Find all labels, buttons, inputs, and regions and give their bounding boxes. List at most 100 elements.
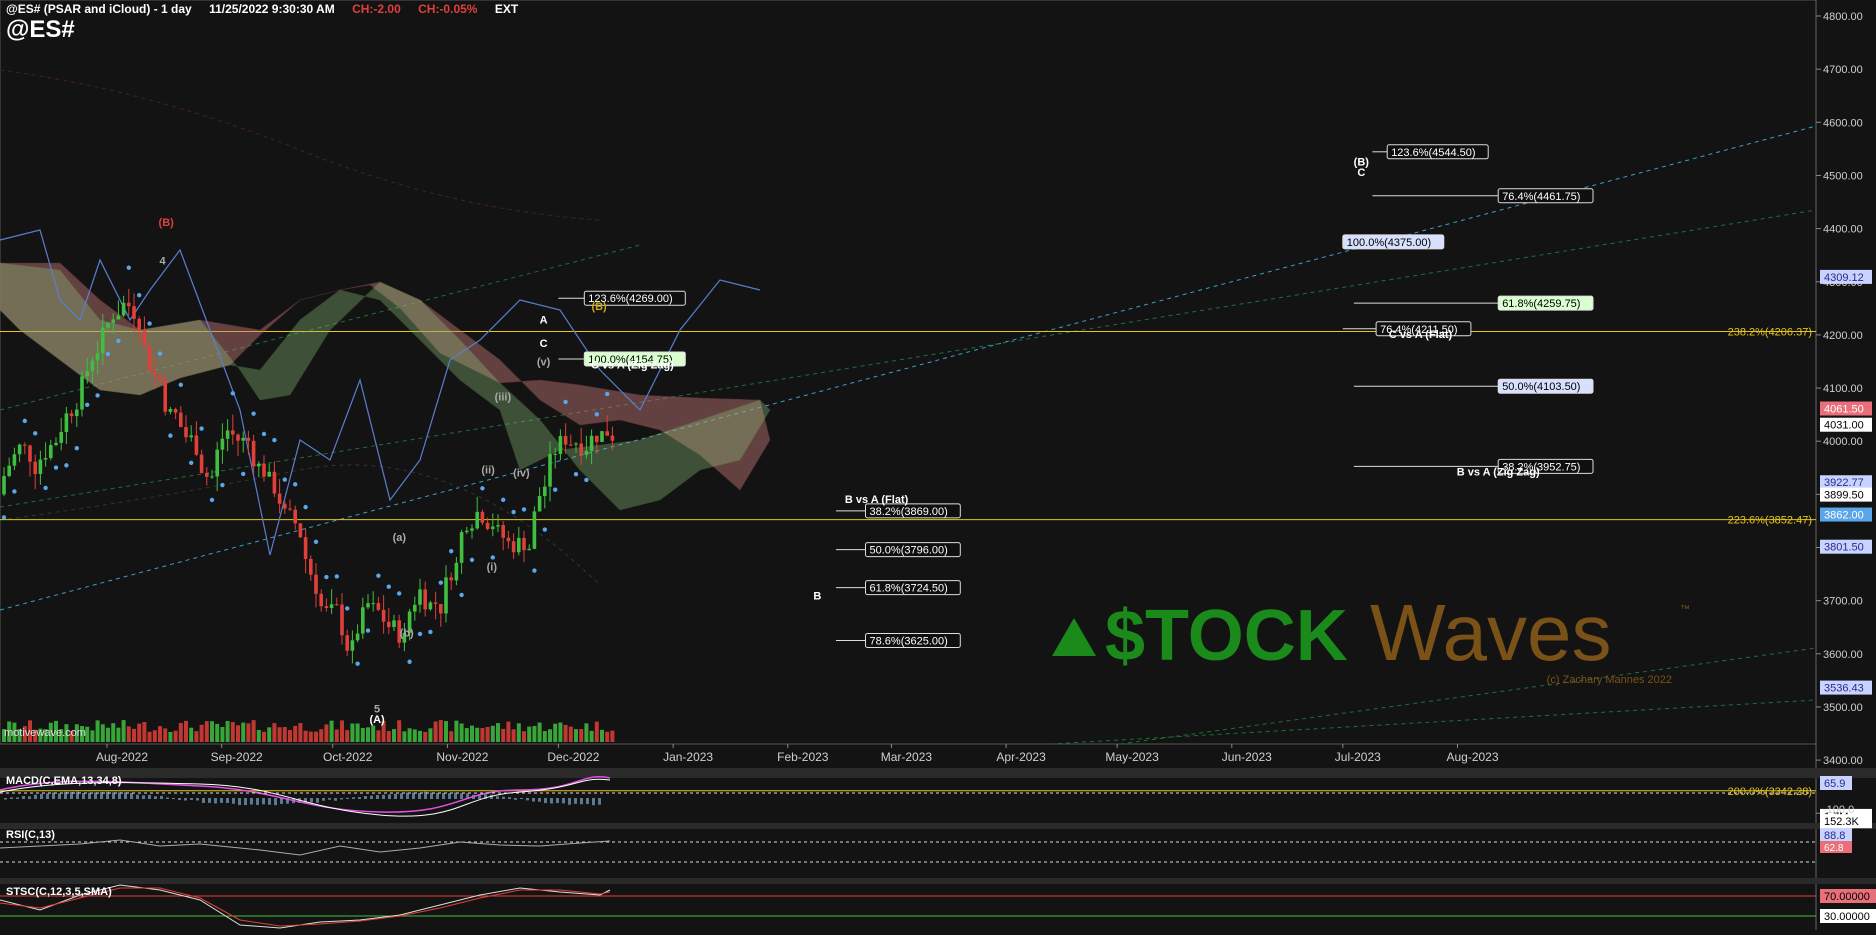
- psar-dot: [1, 515, 7, 520]
- candle-body: [69, 413, 74, 417]
- macd-histogram-bar: [394, 793, 397, 799]
- wave-annotation: (iii): [495, 391, 512, 403]
- volume-bar: [522, 731, 526, 742]
- macd-histogram-bar: [22, 796, 25, 799]
- candle-body: [548, 453, 552, 487]
- psar-dot: [147, 321, 152, 326]
- psar-dot: [85, 402, 90, 407]
- candle-body: [257, 463, 261, 467]
- wave-annotation: B vs A (Flat): [845, 494, 909, 506]
- candle-body: [553, 453, 557, 455]
- volume-bar: [568, 726, 573, 742]
- x-axis-label: Feb-2023: [777, 750, 829, 764]
- psar-dot: [397, 591, 402, 596]
- psar-dot: [74, 446, 80, 451]
- psar-dot: [303, 504, 308, 510]
- base-line: [0, 229, 761, 556]
- macd-histogram-bar: [166, 797, 169, 799]
- candle-body: [147, 345, 152, 371]
- candle-body: [506, 537, 511, 542]
- volume-bar: [433, 721, 438, 742]
- macd-histogram-bar: [574, 798, 577, 804]
- volume-bar: [230, 722, 235, 742]
- candle-body: [532, 511, 537, 549]
- candle-body: [111, 319, 115, 323]
- volume-bar: [589, 730, 594, 742]
- macd-histogram-bar: [550, 798, 553, 804]
- candle-body: [314, 574, 318, 594]
- x-axis-label: Apr-2023: [996, 750, 1046, 764]
- macd-histogram-bar: [4, 798, 7, 800]
- psar-dot: [355, 661, 360, 666]
- candle-body: [563, 435, 568, 445]
- macd-histogram-bar: [418, 792, 421, 799]
- psar-dot: [501, 497, 506, 503]
- macd-histogram-bar: [430, 792, 433, 799]
- psar-dot: [605, 391, 610, 397]
- fib-level-label: 50.0%(3796.00): [870, 545, 948, 557]
- volume-bar: [142, 722, 147, 742]
- macd-histogram-bar: [340, 798, 343, 800]
- candle-body: [142, 330, 147, 346]
- candle-body: [7, 465, 11, 477]
- candle-body: [85, 371, 89, 377]
- candle-body: [444, 577, 448, 614]
- volume-bar: [386, 730, 391, 742]
- psar-dot: [282, 477, 287, 482]
- psar-dot: [251, 411, 256, 416]
- psar-dot: [521, 507, 527, 512]
- candle-body: [392, 620, 396, 628]
- candle-body: [329, 604, 334, 609]
- candle-body: [194, 435, 199, 455]
- candle-body: [184, 427, 188, 438]
- psar-dot: [209, 497, 215, 503]
- psar-dot: [438, 580, 443, 585]
- x-axis-label: Mar-2023: [881, 750, 933, 764]
- candle-body: [350, 640, 355, 651]
- volume-bar: [303, 730, 308, 742]
- y-axis-label: 4200.00: [1823, 330, 1863, 342]
- volume-bar: [527, 726, 532, 742]
- candle-body: [163, 380, 167, 412]
- psar-dot: [563, 399, 568, 405]
- volume-bar: [100, 724, 105, 742]
- volume-bar: [329, 720, 334, 742]
- volume-bar: [506, 721, 511, 742]
- wave-annotation: (B): [159, 217, 175, 229]
- volume-bar: [428, 728, 433, 742]
- candle-body: [288, 508, 292, 510]
- volume-bar: [184, 720, 188, 742]
- panel-separator: [0, 823, 1876, 829]
- volume-bar: [438, 720, 443, 742]
- macd-histogram-bar: [250, 798, 253, 805]
- volume-bar: [272, 723, 277, 742]
- macd-histogram-bar: [280, 798, 283, 804]
- wave-annotation: (v): [537, 357, 551, 369]
- candle-body: [205, 472, 209, 477]
- macd-histogram-bar: [538, 798, 541, 802]
- candle-body: [116, 315, 121, 320]
- psar-dot: [480, 486, 485, 491]
- psar-dot: [532, 568, 537, 573]
- macd-histogram-bar: [190, 798, 193, 800]
- fib-level-label: 50.0%(4103.50): [1502, 381, 1580, 393]
- psar-dot: [43, 485, 48, 491]
- y-axis-label: 3600.00: [1823, 649, 1863, 661]
- volume-bar: [121, 720, 126, 742]
- volume-bar: [267, 727, 272, 742]
- volume-bar: [558, 722, 563, 742]
- y-axis-label: 4700.00: [1823, 64, 1863, 76]
- psar-dot: [386, 584, 391, 589]
- candle-body: [189, 435, 193, 438]
- macd-histogram-bar: [142, 795, 145, 799]
- macd-panel-label: MACD(C,EMA,13,34,8): [6, 775, 122, 787]
- candle-body: [381, 609, 386, 622]
- macd-histogram-bar: [262, 798, 265, 805]
- psar-dot: [272, 437, 277, 443]
- price-chart[interactable]: 4800.004700.004600.004500.004400.004300.…: [0, 0, 1876, 930]
- volume-bar: [475, 727, 480, 742]
- psar-dot: [345, 606, 350, 611]
- volume-bar: [319, 729, 324, 742]
- candle-body: [127, 302, 131, 307]
- wave-annotation: C vs A (Zig Zag): [591, 359, 674, 371]
